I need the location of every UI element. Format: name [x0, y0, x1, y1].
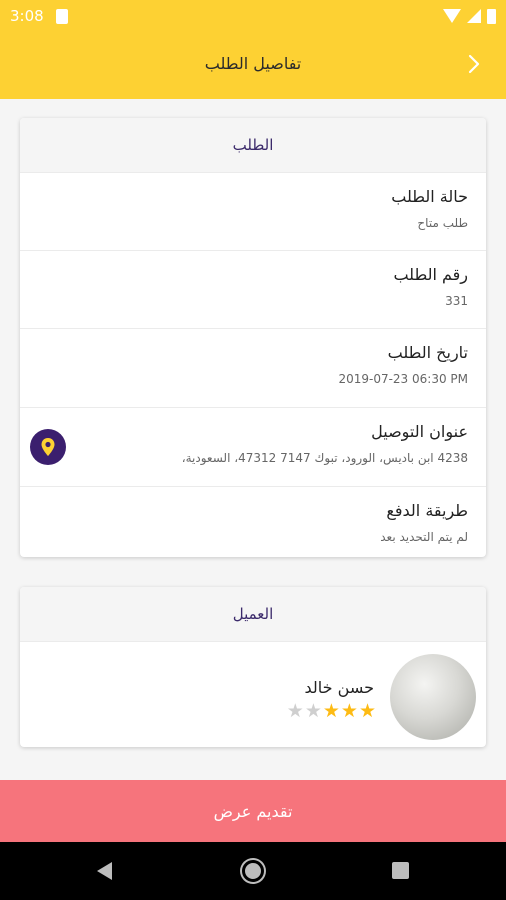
sd-card-icon: [55, 8, 68, 24]
order-date-row: تاريخ الطلب 2019-07-23 06:30 PM: [20, 329, 486, 408]
status-time: 3:08: [10, 7, 44, 25]
customer-card-header: العميل: [20, 587, 486, 642]
page-title: تفاصيل الطلب: [204, 54, 302, 73]
payment-method-row: طريقة الدفع لم يتم التحديد بعد: [20, 487, 486, 557]
order-number-value: 331: [445, 294, 468, 308]
order-status-label: حالة الطلب: [391, 187, 468, 206]
back-button[interactable]: [460, 50, 488, 78]
order-number-label: رقم الطلب: [393, 265, 468, 284]
status-bar: 3:08: [0, 0, 506, 32]
order-date-label: تاريخ الطلب: [387, 343, 468, 362]
star-icon: ★: [358, 700, 376, 722]
star-icon: ★: [340, 700, 358, 722]
customer-card: العميل حسن خالد ★ ★ ★ ★ ★: [20, 587, 486, 747]
order-status-value: طلب متاح: [417, 216, 468, 230]
order-date-value: 2019-07-23 06:30 PM: [338, 372, 468, 386]
nav-recents-icon[interactable]: [392, 862, 409, 879]
signal-icon: [467, 9, 481, 23]
rating-stars: ★ ★ ★ ★ ★: [287, 702, 376, 721]
order-card: الطلب حالة الطلب طلب متاح رقم الطلب 331 …: [20, 118, 486, 557]
submit-offer-button[interactable]: تقديم عرض: [0, 780, 506, 842]
star-icon: ★: [304, 700, 322, 722]
avatar: [390, 654, 476, 740]
nav-home-icon[interactable]: [242, 860, 264, 882]
order-number-row: رقم الطلب 331: [20, 251, 486, 329]
status-icons: [443, 8, 496, 24]
payment-method-value: لم يتم التحديد بعد: [380, 530, 468, 544]
nav-back-icon[interactable]: [97, 862, 112, 880]
delivery-address-value: 4238 ابن باديس، الورود، تبوك 7147 47312،…: [181, 451, 468, 465]
delivery-address-label: عنوان التوصيل: [371, 422, 468, 441]
chevron-right-icon: [468, 54, 480, 74]
customer-name: حسن خالد: [304, 678, 374, 697]
battery-icon: [487, 8, 496, 24]
star-icon: ★: [322, 700, 340, 722]
order-status-row: حالة الطلب طلب متاح: [20, 173, 486, 251]
navigation-bar: [0, 842, 506, 900]
delivery-address-row: عنوان التوصيل 4238 ابن باديس، الورود، تب…: [20, 408, 486, 487]
customer-info[interactable]: حسن خالد ★ ★ ★ ★ ★: [20, 642, 486, 747]
payment-method-label: طريقة الدفع: [386, 501, 468, 520]
order-card-header: الطلب: [20, 118, 486, 173]
app-bar: تفاصيل الطلب: [0, 32, 506, 99]
wifi-icon: [443, 9, 461, 23]
star-icon: ★: [286, 700, 304, 722]
map-location-button[interactable]: [30, 429, 66, 465]
location-pin-icon: [41, 438, 55, 456]
